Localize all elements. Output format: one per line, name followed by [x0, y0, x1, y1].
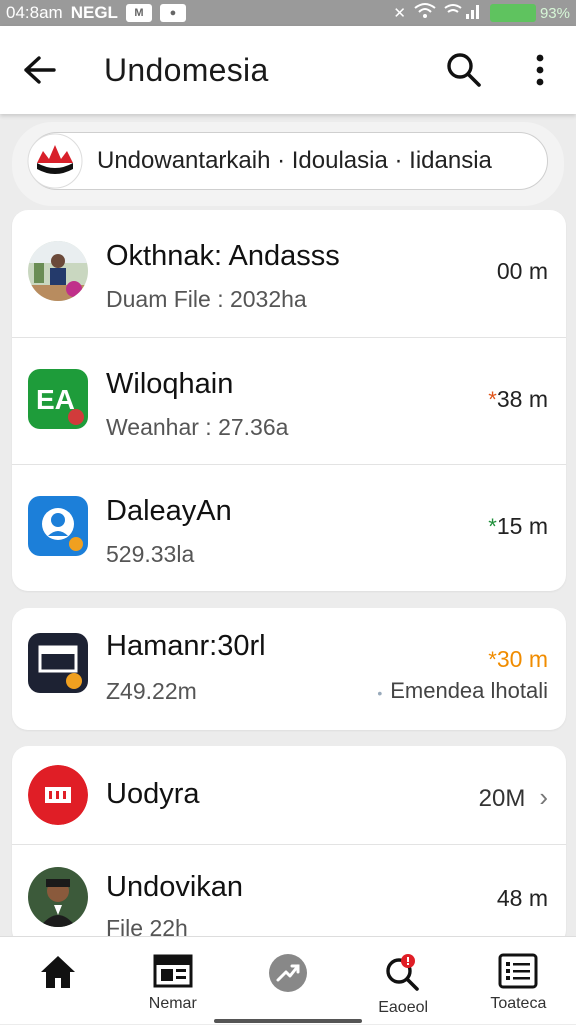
bottom-navigation: Nemar Eaoeol Toateca — [0, 936, 576, 1024]
list-item[interactable]: Undovikan File 22h 48 m — [12, 844, 566, 946]
item-meta-value: 20M — [478, 785, 526, 812]
item-title: Okthnak: Andasss — [106, 240, 340, 272]
item-subtitle: Z49.22m — [106, 678, 197, 704]
wifi-icon — [414, 2, 436, 24]
item-title: Undovikan — [106, 871, 244, 903]
flag-icon — [25, 131, 85, 191]
trending-icon — [268, 954, 307, 992]
item-meta-value: 15 m — [496, 513, 548, 539]
nav-label: Eaoeol — [378, 999, 429, 1016]
nav-news[interactable]: Nemar — [115, 937, 230, 1025]
item-meta: *38 m — [488, 386, 548, 413]
search-alert-icon — [386, 954, 419, 991]
status-time: 04:8am — [6, 3, 63, 22]
list-item[interactable]: Okthnak: Andasss Duam File : 2032ha 00 m — [12, 210, 566, 337]
item-meta: 48 m — [496, 885, 548, 911]
vibrate-icon: ✕ — [393, 5, 406, 22]
mail-icon: M — [125, 4, 152, 22]
breadcrumb-container: Undowantarkaih · Idoulasia · Iidansia — [12, 122, 564, 206]
list-card: Hamanr:30rl Z49.22m *30 m • Emendea lhota… — [12, 608, 566, 730]
breadcrumb-chip[interactable]: Undowantarkaih · Idoulasia · Iidansia — [25, 131, 548, 191]
nav-trending[interactable] — [230, 937, 345, 1025]
list-item[interactable]: DaleayAn 529.33la *15 m — [12, 464, 566, 591]
item-title: Hamanr:30rl — [106, 630, 266, 662]
person-photo — [28, 867, 88, 927]
list-card: Okthnak: Andasss Duam File : 2032ha 00 m… — [12, 210, 566, 591]
item-meta: *30 m — [488, 646, 548, 673]
breadcrumb: Undowantarkaih · Idoulasia · Iidansia — [97, 147, 492, 174]
item-title: Wiloqhain — [106, 368, 234, 400]
nav-label: Toateca — [490, 995, 547, 1012]
star-icon: * — [488, 647, 497, 672]
search-icon — [447, 53, 481, 87]
bullet-icon: • — [377, 685, 383, 701]
svg-text:EA: EA — [36, 384, 75, 415]
list-item[interactable]: EA Wiloqhain Weanhar : 27.36a *38 m — [12, 337, 566, 464]
back-button[interactable] — [0, 26, 80, 114]
dark-app-icon — [28, 633, 88, 693]
arrow-back-icon — [24, 56, 56, 84]
list-icon — [498, 953, 538, 989]
list-item[interactable]: Hamanr:30rl Z49.22m *30 m • Emendea lhota… — [12, 608, 566, 730]
star-icon: * — [488, 387, 497, 412]
item-title: DaleayAn — [106, 495, 232, 527]
more-options-button[interactable] — [522, 48, 558, 92]
search-button[interactable] — [442, 48, 486, 92]
home-icon — [40, 956, 75, 988]
camera-icon: ● — [159, 4, 186, 22]
star-icon: * — [488, 514, 497, 539]
item-subtitle: Weanhar : 27.36a — [106, 414, 289, 440]
item-subtitle: 529.33la — [106, 541, 195, 567]
item-meta: *15 m — [488, 513, 548, 540]
page-title: Undomesia — [104, 51, 269, 88]
chevron-right-icon: › — [539, 782, 548, 812]
green-app-icon: EA — [28, 369, 88, 429]
nav-list[interactable]: Toateca — [461, 937, 576, 1025]
battery-text: 93% — [539, 4, 570, 22]
news-icon — [153, 954, 193, 988]
status-bar: 04:8am NEGL M ● ✕ 93% — [0, 0, 576, 26]
status-carrier: NEGL — [70, 3, 118, 22]
more-vert-icon — [536, 54, 544, 86]
signal-icon — [444, 2, 482, 24]
blue-app-icon — [28, 496, 88, 556]
item-extra: • Emendea lhotali — [377, 678, 548, 704]
nav-search-alert[interactable]: Eaoeol — [346, 937, 461, 1025]
item-extra-text: Emendea lhotali — [390, 678, 548, 703]
photo-avatar — [28, 241, 88, 301]
nav-label: Nemar — [148, 995, 197, 1012]
item-meta: 00 m — [496, 258, 548, 284]
battery-icon — [489, 4, 536, 22]
nav-home[interactable] — [0, 937, 115, 1025]
item-meta-value: 38 m — [496, 386, 548, 412]
home-indicator[interactable] — [214, 1019, 362, 1023]
list-item[interactable]: Uodyra 20M › — [12, 746, 566, 844]
list-card: Uodyra 20M › Undovikan File 22h 48 m — [12, 746, 566, 946]
item-subtitle: Duam File : 2032ha — [106, 286, 307, 312]
item-title: Uodyra — [106, 778, 200, 810]
red-app-icon — [28, 765, 88, 825]
app-bar: Undomesia — [0, 26, 576, 114]
item-meta-value: 30 m — [496, 646, 548, 672]
item-meta: 20M › — [479, 782, 548, 813]
